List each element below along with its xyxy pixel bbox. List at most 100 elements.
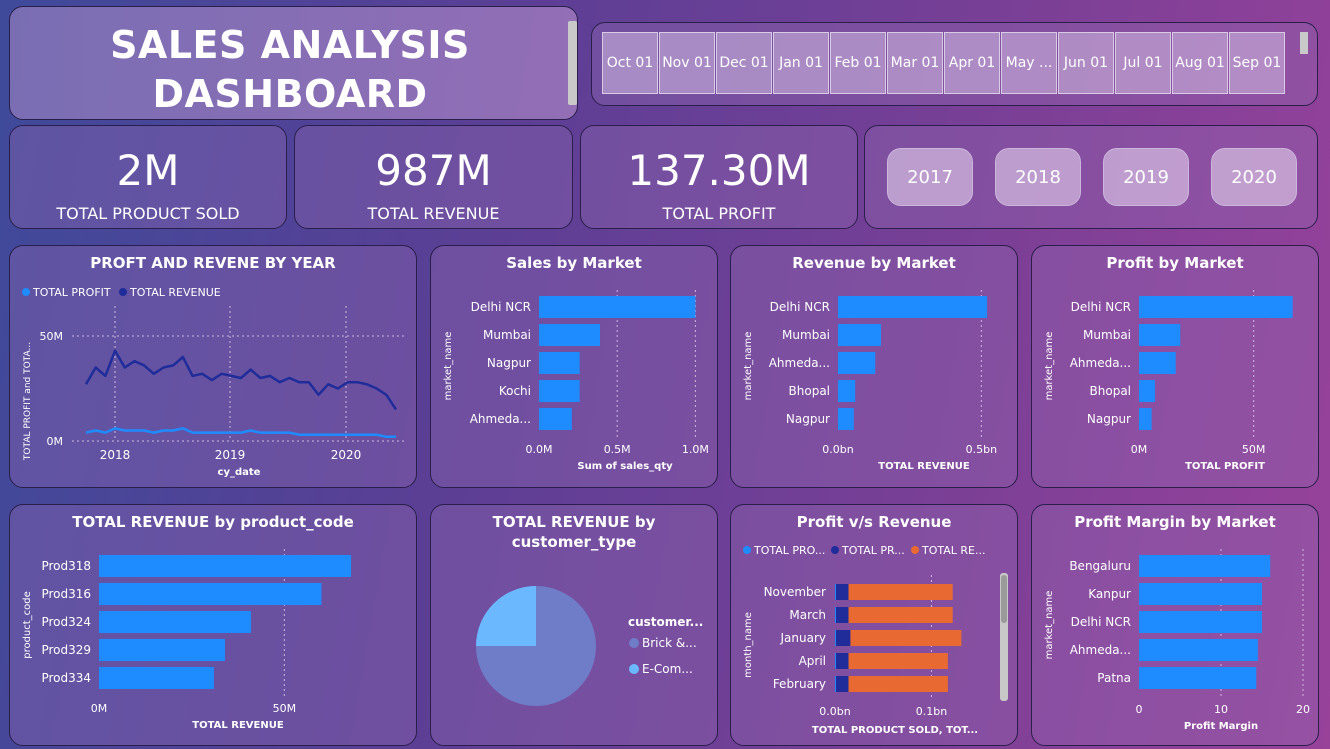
bar-segment[interactable]: [835, 676, 849, 692]
x-axis-label: TOTAL REVENUE: [192, 720, 284, 731]
year-button-2017[interactable]: 2017: [887, 148, 973, 206]
bar[interactable]: [99, 555, 352, 577]
category-label: Ahmeda...: [1070, 643, 1131, 657]
category-label: Ahmeda...: [1070, 356, 1131, 370]
bar-segment[interactable]: [835, 630, 836, 646]
kpi-value: 2M: [116, 146, 180, 195]
kpi-label: TOTAL REVENUE: [367, 204, 500, 223]
month-slicer: Oct 01 Nov 01 Dec 01 Jan 01 Feb 01 Mar 01 Apr …: [591, 22, 1318, 106]
bar[interactable]: [539, 296, 696, 318]
month-button[interactable]: Sep 01: [1229, 32, 1285, 94]
bar-segment[interactable]: [848, 676, 948, 692]
bar[interactable]: [1139, 611, 1262, 633]
bar[interactable]: [838, 380, 856, 402]
bar[interactable]: [99, 667, 214, 689]
revenue-by-market-svg: market_name 0.0bn 0.5bn TOTAL REVENUE Delhi …: [743, 290, 997, 472]
month-button[interactable]: Feb 01: [830, 32, 886, 94]
pie-legend-label-ecom[interactable]: E-Com...: [642, 662, 693, 676]
bar-segment[interactable]: [850, 630, 962, 646]
scrollbar-thumb[interactable]: [1001, 575, 1007, 623]
sales-by-market-svg: market_name 0.0M 0.5M 1.0M Sum of sales_qty D…: [443, 290, 709, 472]
bar[interactable]: [1139, 583, 1262, 605]
dashboard-title: SALES ANALYSIS DASHBOARD: [110, 23, 470, 117]
legend-label: TOTAL RE...: [921, 544, 985, 557]
month-button[interactable]: May ...: [1001, 32, 1057, 94]
bar-segment[interactable]: [835, 607, 836, 623]
bar[interactable]: [838, 408, 854, 430]
bar[interactable]: [539, 380, 580, 402]
bar[interactable]: [1139, 352, 1176, 374]
bar-segment[interactable]: [835, 676, 836, 692]
y-axis-label: market_name: [743, 332, 754, 401]
month-button[interactable]: Mar 01: [887, 32, 943, 94]
category-label: Delhi NCR: [471, 300, 531, 314]
y-axis-label: TOTAL PROFIT and TOTA...: [23, 342, 33, 461]
bar[interactable]: [1139, 555, 1271, 577]
legend-label-profit: TOTAL PROFIT: [32, 286, 111, 299]
category-label: February: [773, 677, 826, 691]
bar[interactable]: [539, 324, 600, 346]
title-scrollbar[interactable]: [568, 21, 577, 105]
bar[interactable]: [1139, 296, 1293, 318]
bar-segment[interactable]: [848, 607, 953, 623]
bar[interactable]: [1139, 639, 1258, 661]
revenue-by-customer-type-chart: TOTAL REVENUE by customer_type customer.…: [430, 504, 718, 746]
bar-segment[interactable]: [848, 584, 953, 600]
bar-segment[interactable]: [835, 653, 849, 669]
category-label: Nagpur: [1087, 412, 1131, 426]
profit-by-market-svg: market_name 0M 50M TOTAL PROFIT Delhi NCR Mum…: [1044, 290, 1293, 472]
x-tick: 0: [1136, 703, 1143, 716]
pie-slice[interactable]: [476, 586, 536, 646]
profit-margin-svg: market_name 0 10 20 Profit Margin Bengaluru Ka…: [1044, 549, 1310, 732]
month-button[interactable]: Oct 01: [602, 32, 658, 94]
bar[interactable]: [838, 352, 876, 374]
year-slicer: 2017 2018 2019 2020: [864, 125, 1318, 229]
category-label: Delhi NCR: [1071, 300, 1131, 314]
month-button[interactable]: Jul 01: [1115, 32, 1171, 94]
x-tick: 50M: [273, 702, 297, 715]
bar-segment[interactable]: [848, 653, 948, 669]
bar[interactable]: [99, 611, 251, 633]
x-tick: 0.5M: [604, 443, 631, 456]
legend-dot-profit: [22, 288, 30, 296]
bar-segment[interactable]: [835, 584, 849, 600]
category-label: Kanpur: [1088, 587, 1131, 601]
category-label: Prod318: [41, 559, 91, 573]
pie-legend-title: customer...: [628, 615, 703, 629]
category-label: Prod316: [41, 587, 91, 601]
category-label: Patna: [1097, 671, 1131, 685]
bar-segment[interactable]: [835, 653, 836, 669]
month-button[interactable]: Jan 01: [773, 32, 829, 94]
month-button[interactable]: Dec 01: [716, 32, 772, 94]
category-label: Mumbai: [782, 328, 830, 342]
month-button[interactable]: Aug 01: [1172, 32, 1228, 94]
bar-segment[interactable]: [835, 630, 851, 646]
pie-legend-label-brick[interactable]: Brick &...: [642, 636, 697, 650]
bar[interactable]: [539, 408, 572, 430]
bar[interactable]: [99, 639, 226, 661]
bar-segment[interactable]: [835, 607, 849, 623]
kpi-total-profit: 137.30M TOTAL PROFIT: [580, 125, 858, 229]
bar-segment[interactable]: [835, 584, 836, 600]
bar[interactable]: [1139, 667, 1257, 689]
bar[interactable]: [838, 296, 988, 318]
year-button-2019[interactable]: 2019: [1103, 148, 1189, 206]
month-button[interactable]: Apr 01: [944, 32, 1000, 94]
month-slicer-scrollbar[interactable]: [1300, 32, 1308, 54]
year-button-2018[interactable]: 2018: [995, 148, 1081, 206]
bar[interactable]: [1139, 324, 1181, 346]
bar[interactable]: [99, 583, 322, 605]
bar[interactable]: [539, 352, 580, 374]
legend-dot: [911, 546, 919, 554]
year-button-2020[interactable]: 2020: [1211, 148, 1297, 206]
kpi-label: TOTAL PRODUCT SOLD: [56, 204, 240, 223]
profit-vs-revenue-svg: TOTAL PRO... TOTAL PR... TOTAL RE... mon…: [743, 544, 1008, 736]
bar[interactable]: [1139, 380, 1156, 402]
month-button[interactable]: Jun 01: [1058, 32, 1114, 94]
month-button[interactable]: Nov 01: [659, 32, 715, 94]
pie-chart-svg: customer... Brick &... E-Com...: [476, 586, 703, 706]
bar[interactable]: [838, 324, 881, 346]
y-axis-label: month_name: [743, 612, 754, 678]
x-axis-label: cy_date: [218, 467, 261, 478]
bar[interactable]: [1139, 408, 1152, 430]
